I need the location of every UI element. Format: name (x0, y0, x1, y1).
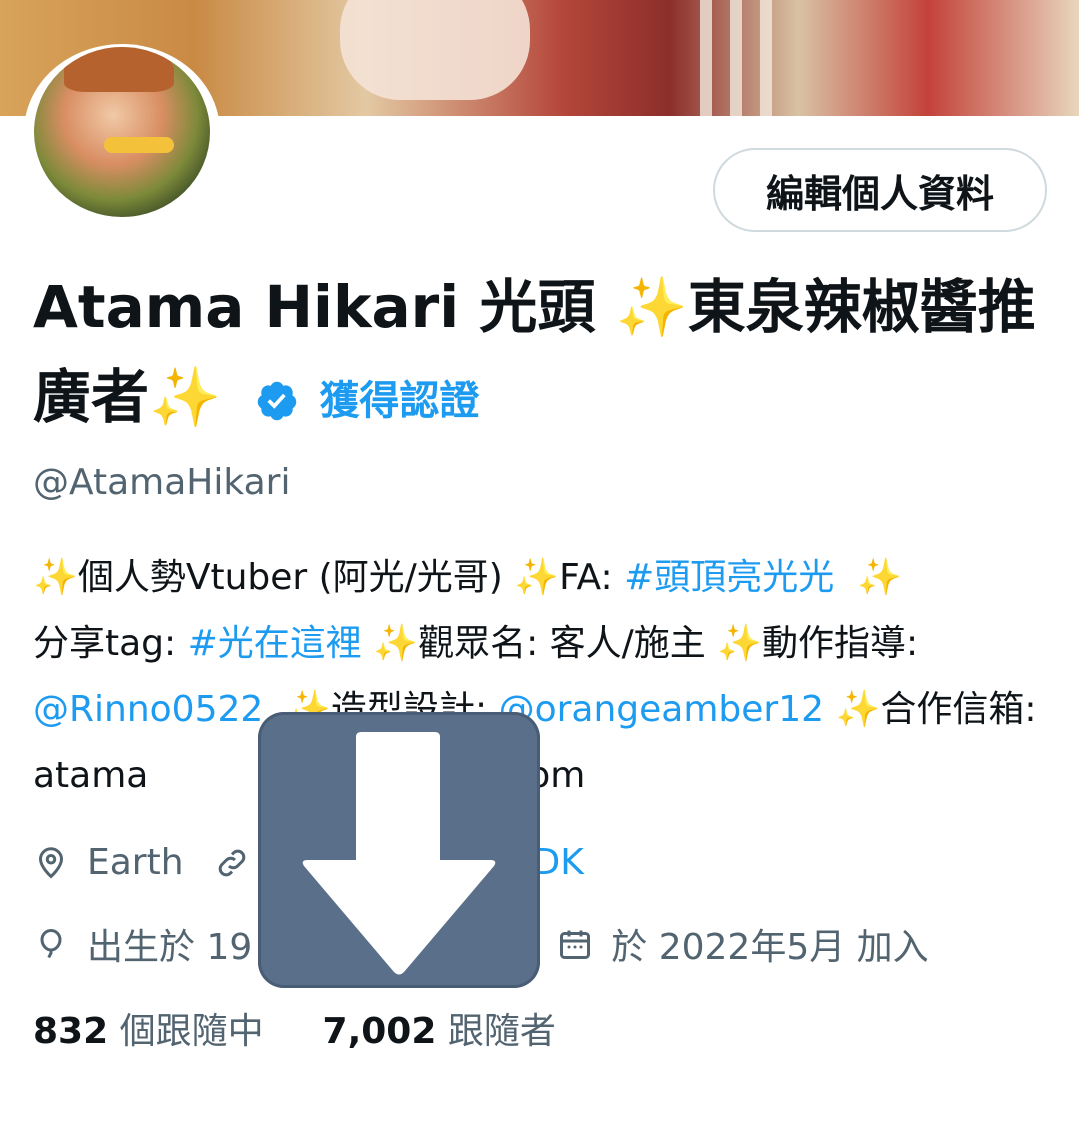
followers-link[interactable]: 7,002 跟隨者 (323, 1011, 556, 1052)
hashtag-link[interactable]: #光在這裡 (188, 623, 362, 664)
bio-text: FA: (559, 557, 625, 598)
verified-check-icon (258, 381, 297, 421)
banner-art (340, 0, 530, 100)
banner-art-stripe (760, 0, 772, 116)
bio-text: 個人勢Vtuber (阿光/光哥) (77, 557, 515, 598)
follow-stats: 832 個跟隨中 7,002 跟隨者 (33, 1002, 556, 1054)
followers-label: 跟隨者 (447, 1011, 556, 1052)
profile-avatar[interactable] (24, 44, 220, 220)
download-arrow-icon (302, 732, 496, 975)
followers-count: 7,002 (322, 1011, 437, 1052)
join-date-text: 於 2022年5月 加入 (611, 927, 929, 968)
sparkle-emoji: ✨ (835, 689, 881, 730)
edit-profile-button[interactable]: 編輯個人資料 (713, 148, 1047, 232)
website-link[interactable]: DK (533, 842, 584, 883)
sparkle-emoji: ✨ (615, 273, 688, 341)
display-name: Atama Hikari 光頭 ✨東泉辣椒醬推 廣者✨ 獲得認證 (33, 262, 1043, 446)
name-text: 廣者 (33, 363, 150, 431)
banner-art-stripe (700, 0, 712, 116)
following-label: 個跟隨中 (119, 1011, 264, 1052)
following-count: 832 (33, 1011, 109, 1052)
sparkle-emoji: ✨ (33, 557, 78, 598)
name-text: Atama Hikari 光頭 (33, 273, 616, 341)
bio-text: 動作指導: (762, 623, 919, 664)
name-text: 東泉辣椒醬推 (687, 273, 1036, 341)
sparkle-emoji: ✨ (373, 623, 419, 664)
avatar-image (34, 47, 210, 217)
hashtag-link[interactable]: #頭頂亮光光 (624, 557, 834, 598)
download-overlay[interactable] (258, 712, 540, 988)
link-icon (218, 849, 245, 876)
sparkle-emoji: ✨ (149, 363, 222, 431)
banner-art-stripe (730, 0, 742, 116)
birthday-balloon-icon (40, 928, 62, 959)
sparkle-emoji: ✨ (514, 557, 560, 598)
profile-bio: ✨個人勢Vtuber (阿光/光哥) ✨FA: #頭頂亮光光 ✨ 分享tag: … (33, 545, 1053, 809)
bio-text: 分享tag: (33, 623, 188, 664)
sparkle-emoji: ✨ (857, 557, 902, 598)
following-link[interactable]: 832 個跟隨中 (33, 1011, 264, 1052)
mention-link[interactable]: @Rinno0522 (33, 689, 263, 730)
birth-date-text: 出生於 19 (87, 927, 253, 968)
verified-badge[interactable]: 獲得認證 (255, 356, 479, 446)
mention-link[interactable]: @orangeamber12 (499, 689, 824, 730)
location-text: Earth (87, 842, 184, 883)
sparkle-emoji: ✨ (717, 623, 763, 664)
verified-label[interactable]: 獲得認證 (319, 356, 479, 446)
calendar-icon (560, 930, 591, 959)
username-handle: @AtamaHikari (33, 462, 291, 503)
location-pin-icon (38, 846, 64, 879)
bio-text: 觀眾名: 客人/施主 (418, 623, 718, 664)
